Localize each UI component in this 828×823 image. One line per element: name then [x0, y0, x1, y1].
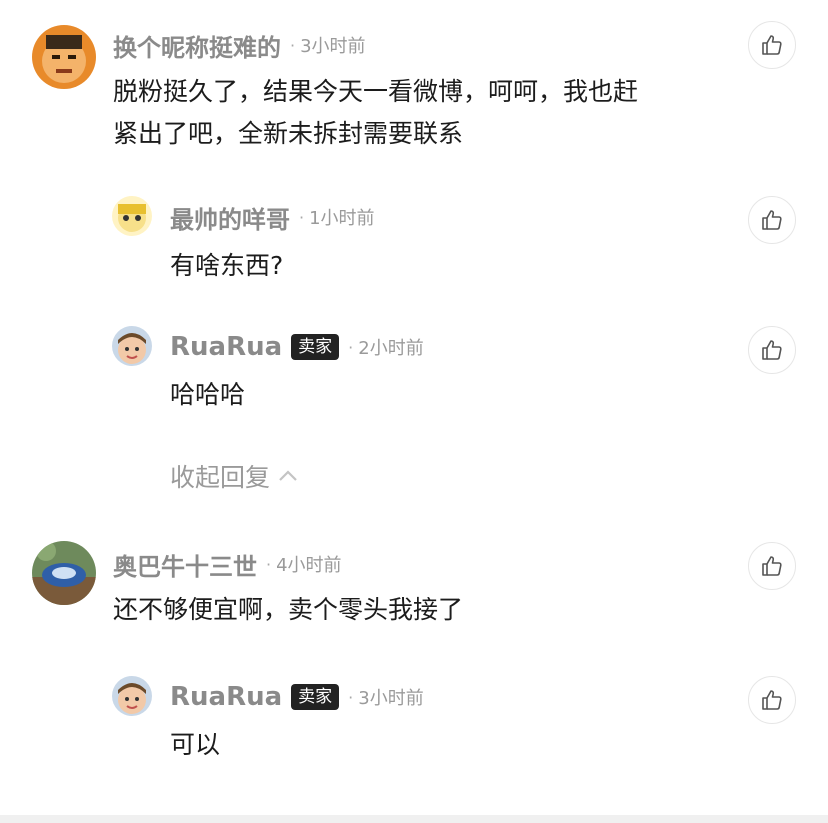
comment-1-time: 3小时前 — [300, 36, 366, 57]
like-button-2[interactable] — [748, 196, 796, 244]
thumbs-up-icon — [762, 690, 782, 710]
avatar-commenter-4[interactable] — [32, 541, 96, 605]
separator-dot: · — [299, 207, 305, 227]
comment-1-meta: 换个昵称挺难的 · 3小时前 — [113, 28, 366, 62]
reply-3-time: 3小时前 — [358, 688, 424, 709]
seller-badge: 卖家 — [291, 334, 340, 360]
chevron-up-icon — [279, 470, 297, 481]
like-button-1[interactable] — [748, 21, 796, 69]
seller-badge: 卖家 — [291, 684, 340, 710]
comment-2-meta: 奥巴牛十三世 · 4小时前 — [113, 547, 342, 581]
thumbs-up-icon — [762, 210, 782, 230]
reply-3-meta: RuaRua 卖家 · 3小时前 — [170, 680, 424, 714]
avatar-commenter-3[interactable] — [112, 326, 152, 366]
avatar-commenter-2[interactable] — [112, 196, 152, 236]
reply-1-time: 1小时前 — [309, 208, 375, 229]
thumbs-up-icon — [762, 35, 782, 55]
comment-1-text: 脱粉挺久了，结果今天一看微博，呵呵，我也赶 紧出了吧，全新未拆封需要联系 — [113, 71, 638, 155]
comment-2-text: 还不够便宜啊，卖个零头我接了 — [113, 595, 464, 624]
comment-2-username[interactable]: 奥巴牛十三世 — [113, 547, 257, 582]
comment-2-time: 4小时前 — [276, 555, 342, 576]
comment-1-line-1: 脱粉挺久了，结果今天一看微博，呵呵，我也赶 — [113, 77, 639, 106]
separator-dot: · — [348, 337, 354, 357]
avatar-commenter-5[interactable] — [112, 676, 152, 716]
collapse-replies-label: 收起回复 — [170, 463, 271, 492]
reply-1-username[interactable]: 最帅的咩哥 — [170, 200, 290, 235]
reply-1-text: 有啥东西? — [170, 251, 284, 280]
reply-2-text: 哈哈哈 — [170, 380, 246, 409]
bottom-divider — [0, 815, 828, 823]
thumbs-up-icon — [762, 340, 782, 360]
separator-dot: · — [348, 687, 354, 707]
reply-2-meta: RuaRua 卖家 · 2小时前 — [170, 330, 424, 364]
reply-2-time: 2小时前 — [358, 338, 424, 359]
reply-1-meta: 最帅的咩哥 · 1小时前 — [170, 200, 375, 234]
like-button-3[interactable] — [748, 326, 796, 374]
collapse-replies-button[interactable]: 收起回复 — [170, 458, 298, 494]
reply-3-username[interactable]: RuaRua — [170, 682, 282, 712]
thumbs-up-icon — [762, 556, 782, 576]
reply-2-username[interactable]: RuaRua — [170, 332, 282, 362]
separator-dot: · — [290, 35, 296, 55]
comment-1-line-2: 紧出了吧，全新未拆封需要联系 — [113, 119, 464, 148]
comment-1-username[interactable]: 换个昵称挺难的 — [113, 28, 281, 63]
like-button-5[interactable] — [748, 676, 796, 724]
like-button-4[interactable] — [748, 542, 796, 590]
reply-3-text: 可以 — [170, 730, 221, 759]
separator-dot: · — [266, 554, 272, 574]
avatar-commenter-1[interactable] — [32, 25, 96, 89]
